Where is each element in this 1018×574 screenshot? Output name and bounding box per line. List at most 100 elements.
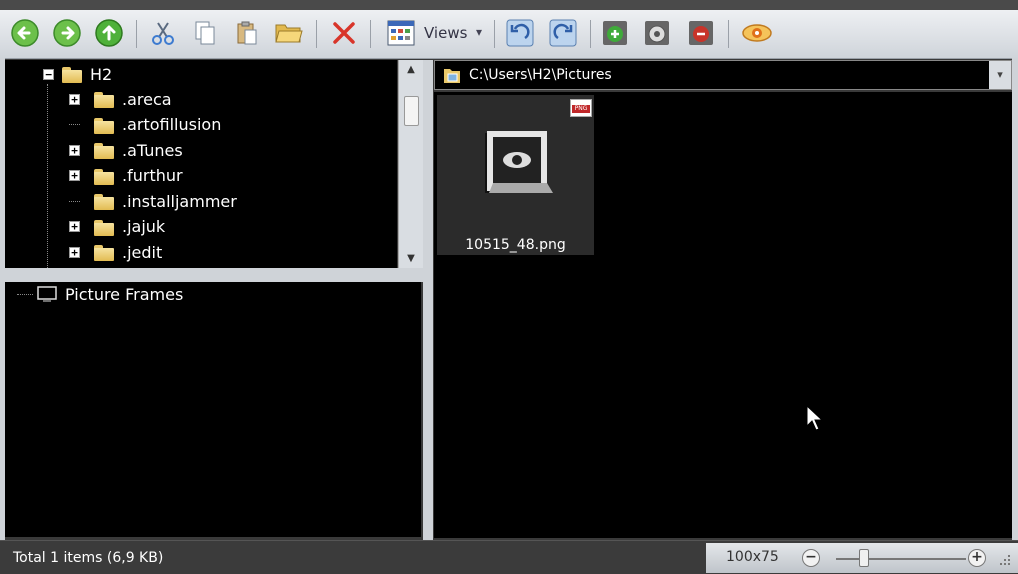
copy-button[interactable] [188,16,222,50]
cut-icon [152,22,174,45]
tree-item-label: .aTunes [122,140,183,160]
frame-icon [37,286,57,302]
expand-icon[interactable]: + [69,221,80,232]
paste-button[interactable] [230,16,264,50]
folder-icon [94,167,114,185]
toolbar-separator [494,20,495,48]
tree-item[interactable]: + .jedit [69,240,162,264]
mouse-cursor-icon [806,405,824,431]
tree-guide-line [47,84,49,268]
zoom-slider-thumb[interactable] [859,549,869,567]
back-button[interactable] [8,16,42,50]
add-frame-icon [603,21,627,45]
rotate-left-icon [506,19,534,47]
picture-frames-panel[interactable]: Picture Frames [5,282,421,537]
folder-path-icon [444,69,460,83]
expand-icon[interactable]: + [69,246,80,258]
zoom-label: 100x75 [726,549,779,565]
resize-grip-icon[interactable] [998,553,1012,567]
preview-eye-icon [742,24,772,42]
horizontal-splitter[interactable] [0,268,428,282]
preview-button[interactable] [740,16,774,50]
paste-icon [237,21,257,45]
window-top-strip [0,0,1018,10]
views-icon [387,20,415,46]
tree-root-label: H2 [90,64,113,84]
tree-item[interactable]: .installjammer [69,189,237,213]
zoom-in-icon[interactable]: + [968,549,986,567]
add-frame-button[interactable] [598,16,632,50]
settings-frame-button[interactable] [640,16,674,50]
tree-guide-line [17,293,33,295]
forward-button[interactable] [50,16,84,50]
tree-guide-line [69,124,80,125]
png-badge-text: PNG [572,105,590,113]
right-border [1012,58,1018,540]
settings-frame-icon [645,21,669,45]
tree-item[interactable]: + .jajuk [69,215,165,239]
toolbar-separator [316,20,317,48]
folder-tree[interactable]: − H2 + .areca .artofillusion + .aTunes + .furt… [5,60,397,268]
tree-item[interactable]: .artofillusion [69,113,221,137]
png-badge-icon: PNG [570,99,592,117]
tree-scrollbar[interactable]: ▲ ▼ [398,60,423,268]
forward-icon [53,19,81,47]
expand-icon[interactable]: + [69,93,80,105]
file-name: 10515_48.png [465,237,566,253]
folder-icon [94,141,114,159]
path-value[interactable]: C:\Users\H2\Pictures [469,67,612,83]
tree-item-label: .areca [122,89,172,109]
folder-icon [94,218,114,236]
tree-item[interactable]: + .aTunes [69,138,183,162]
views-label[interactable]: Views [424,24,467,42]
zoom-slider-track[interactable] [836,558,966,560]
toolbar-separator [590,20,591,48]
zoom-out-icon[interactable]: − [802,549,820,567]
image-file-icon [485,131,553,193]
delete-icon [333,22,355,44]
tree-item-label: .jajuk [122,217,166,236]
tree-item-label: .jedit [122,242,163,262]
vertical-splitter[interactable] [423,60,433,540]
chevron-down-icon[interactable]: ▾ [989,61,1011,89]
path-combobox[interactable]: C:\Users\H2\Pictures ▾ [434,60,1012,90]
tree-guide-line [69,200,80,202]
views-button[interactable] [384,16,418,50]
tree-item[interactable]: + .furthur [69,164,183,188]
zoom-control: 100x75 − + [706,543,1018,573]
rotate-right-icon [549,19,577,47]
frames-item-label: Picture Frames [65,284,184,304]
collapse-icon[interactable]: − [43,68,54,80]
folder-icon [94,192,114,210]
rotate-left-button[interactable] [503,16,537,50]
main-toolbar: Views ▾ [0,10,1018,59]
frames-item[interactable]: Picture Frames [17,282,183,306]
remove-frame-button[interactable] [684,16,718,50]
tree-item[interactable]: + .areca [69,87,172,111]
folder-icon [94,116,114,134]
cut-button[interactable] [146,16,180,50]
chevron-down-icon[interactable]: ▾ [476,25,482,39]
status-summary: Total 1 items (6,9 KB) [13,550,164,566]
tree-item-label: .installjammer [122,191,237,211]
remove-frame-icon [689,21,713,45]
expand-icon[interactable]: + [69,170,80,181]
open-folder-icon [275,24,303,43]
user-folder-icon [62,65,82,83]
tree-root[interactable]: − H2 [43,62,112,86]
back-icon [11,19,39,47]
scroll-down-icon[interactable]: ▼ [399,253,423,264]
rotate-right-button[interactable] [546,16,580,50]
up-button[interactable] [92,16,126,50]
open-folder-button[interactable] [272,16,306,50]
folder-icon [94,243,114,261]
scroll-up-icon[interactable]: ▲ [399,64,423,75]
tree-item-label: .artofillusion [122,115,222,134]
file-thumbnail[interactable]: PNG 10515_48.png [437,95,594,255]
expand-icon[interactable]: + [69,144,80,156]
up-icon [95,19,123,47]
delete-button[interactable] [327,16,361,50]
tree-item-label: .furthur [122,166,183,185]
copy-icon [195,21,215,45]
scroll-thumb[interactable] [404,96,419,126]
